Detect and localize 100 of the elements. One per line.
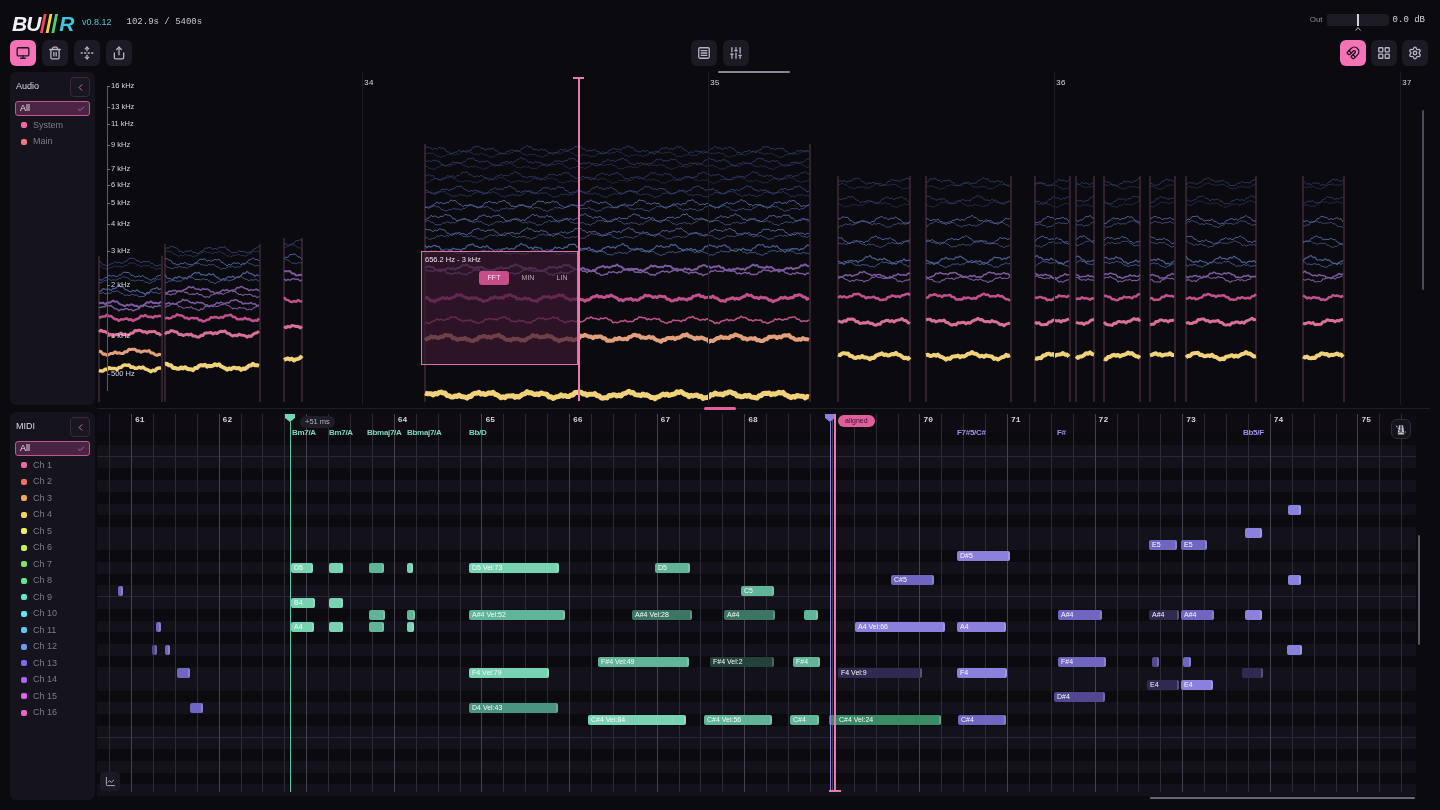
- chord-label: Bbmaj7/A: [367, 428, 402, 438]
- filter-item[interactable]: Ch 11: [15, 622, 90, 638]
- filter-item[interactable]: Ch 14: [15, 672, 90, 687]
- filter-item[interactable]: All: [15, 441, 90, 456]
- logo-stripes-icon: [40, 14, 60, 33]
- filter-item[interactable]: Ch 12: [15, 639, 90, 654]
- delete-button[interactable]: [42, 40, 68, 66]
- filter-item[interactable]: Ch 13: [15, 655, 90, 671]
- marker-handle-icon[interactable]: [825, 414, 835, 422]
- time-readout: 102.9s / 5400s: [126, 16, 203, 30]
- display-button[interactable]: [10, 40, 36, 66]
- settings-icon: [1408, 46, 1422, 60]
- midi-note[interactable]: [407, 563, 413, 574]
- scrollbar-thumb[interactable]: [1418, 535, 1420, 645]
- gain-slider-track[interactable]: [1326, 14, 1389, 26]
- bar-number: 73: [1186, 415, 1196, 425]
- playhead-line[interactable]: [829, 414, 841, 792]
- chord-label: Bb/D: [469, 428, 487, 438]
- scrollbar-thumb[interactable]: [1422, 110, 1424, 290]
- bar-number: 36: [1056, 78, 1066, 88]
- filter-item[interactable]: Ch 1: [15, 457, 90, 473]
- bar-number: 75: [1361, 415, 1371, 425]
- filter-item[interactable]: System: [15, 117, 90, 133]
- metronome-button[interactable]: [1391, 419, 1411, 439]
- expand-button[interactable]: [74, 40, 100, 66]
- bar-number: 72: [1098, 415, 1109, 425]
- chord-label: F#: [1057, 428, 1066, 438]
- snap-button[interactable]: [1340, 40, 1366, 66]
- midi-note[interactable]: [329, 563, 343, 574]
- midi-note[interactable]: [1287, 644, 1302, 655]
- bar-number: 65: [485, 415, 495, 425]
- chord-label: F7#5/C#: [957, 428, 986, 438]
- filter-item[interactable]: Ch 4: [15, 507, 90, 522]
- midi-note[interactable]: [369, 609, 385, 620]
- output-label: Out: [1309, 14, 1323, 26]
- resize-handle[interactable]: [704, 407, 736, 410]
- chord-label: Bm7/A: [292, 428, 316, 438]
- midi-note[interactable]: [407, 609, 415, 620]
- bar-number: 70: [923, 415, 933, 425]
- filter-item[interactable]: Ch 6: [15, 540, 90, 555]
- midi-note[interactable]: [329, 621, 343, 632]
- playhead-line[interactable]: [573, 77, 584, 401]
- line-chart-icon: [104, 776, 116, 787]
- filter-item[interactable]: Main: [15, 134, 90, 149]
- list-icon: [697, 46, 711, 60]
- list-view-button[interactable]: [691, 40, 717, 66]
- filter-item[interactable]: Ch 15: [15, 688, 90, 704]
- alignment-marker[interactable]: [825, 414, 835, 792]
- filter-item[interactable]: Ch 16: [15, 705, 90, 720]
- midi-note[interactable]: [156, 621, 161, 632]
- filter-item[interactable]: Ch 7: [15, 556, 90, 572]
- gain-slider-thumb[interactable]: [1356, 14, 1359, 26]
- midi-note[interactable]: [1183, 656, 1191, 667]
- bar-number: 37: [1402, 78, 1412, 88]
- sliders-icon: [729, 46, 743, 60]
- midi-note[interactable]: [190, 703, 203, 714]
- midi-note[interactable]: [804, 609, 818, 620]
- check-icon: [77, 444, 85, 453]
- filter-item[interactable]: Ch 9: [15, 589, 90, 605]
- bar-number: 62: [222, 415, 233, 425]
- midi-note[interactable]: [329, 598, 343, 609]
- settings-button[interactable]: [1402, 40, 1428, 66]
- filter-item[interactable]: Ch 5: [15, 523, 90, 539]
- bar-number: 66: [573, 415, 583, 425]
- midi-note[interactable]: [407, 621, 414, 632]
- midi-note[interactable]: [1245, 527, 1262, 538]
- monitor-icon: [16, 46, 30, 60]
- bar-number: 74: [1273, 415, 1284, 425]
- panel-title: MIDI: [16, 420, 35, 434]
- chord-label: Bb5/F: [1243, 428, 1264, 438]
- marker-handle-icon[interactable]: [285, 414, 295, 422]
- midi-note[interactable]: [369, 621, 384, 632]
- scrollbar-thumb[interactable]: [1150, 797, 1415, 799]
- midi-note[interactable]: [177, 668, 190, 679]
- bar-number: 61: [135, 415, 145, 425]
- grid-icon: [1377, 46, 1391, 60]
- filter-item[interactable]: Ch 2: [15, 474, 90, 489]
- bar-number: 71: [1011, 415, 1021, 425]
- filter-item[interactable]: Ch 3: [15, 490, 90, 506]
- filter-item[interactable]: Ch 8: [15, 573, 90, 588]
- midi-note[interactable]: [165, 644, 170, 655]
- panel-title: Audio: [16, 80, 40, 94]
- midi-note[interactable]: [1288, 504, 1301, 515]
- trash-icon: [48, 46, 62, 60]
- scrollbar-thumb[interactable]: [718, 71, 790, 73]
- share-icon: [112, 46, 126, 60]
- output-level-reading: 0.0 dB: [1392, 14, 1425, 26]
- bar-number: 64: [397, 415, 408, 425]
- mixer-button[interactable]: [723, 40, 749, 66]
- filter-item[interactable]: All: [15, 101, 90, 116]
- midi-note[interactable]: [1245, 609, 1262, 620]
- filter-item[interactable]: Ch 10: [15, 606, 90, 621]
- midi-note[interactable]: [1288, 574, 1301, 585]
- export-button[interactable]: [106, 40, 132, 66]
- bar-number: 67: [660, 415, 671, 425]
- layout-button[interactable]: [1371, 40, 1397, 66]
- magnet-icon: [1346, 46, 1360, 60]
- check-icon: [77, 104, 85, 113]
- chart-toggle-button[interactable]: [100, 772, 120, 791]
- midi-note[interactable]: [369, 563, 384, 574]
